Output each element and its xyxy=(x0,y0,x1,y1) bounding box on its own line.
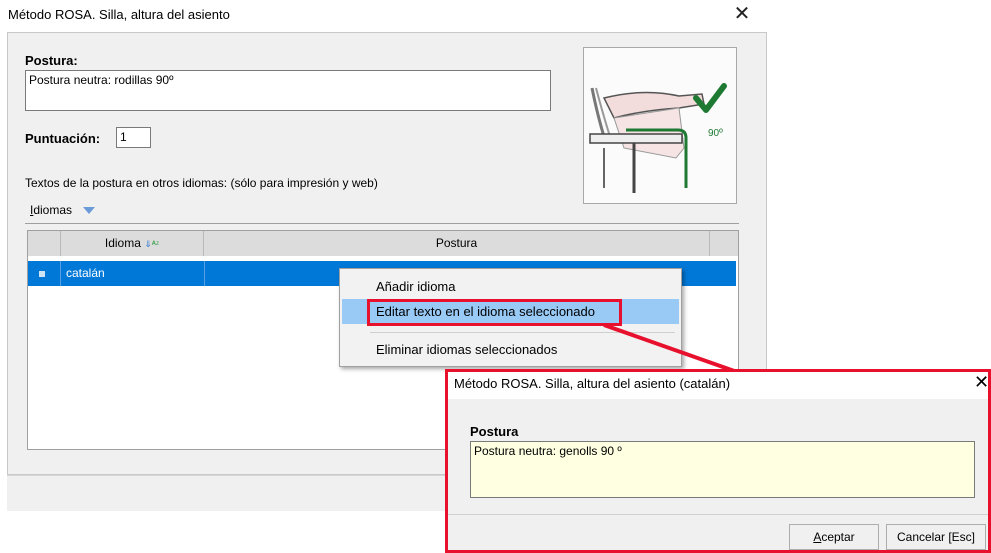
annotation-dialog-box xyxy=(445,369,991,553)
